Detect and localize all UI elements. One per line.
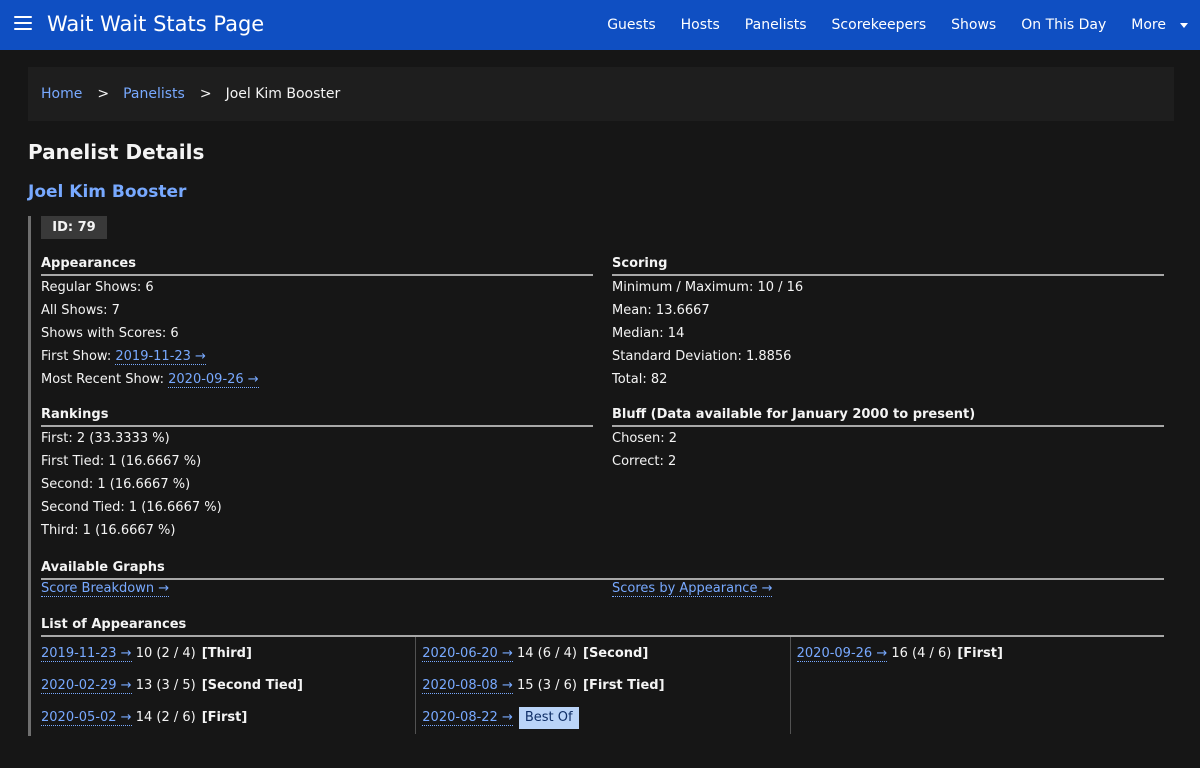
appearance-date-link[interactable]: 2020-08-22 → xyxy=(422,710,513,726)
appearances-column: 2020-06-20 → 14 (6 / 4) [Second] 2020-08-… xyxy=(415,637,789,734)
first-show: First Show: 2019-11-23 → xyxy=(41,345,593,368)
breadcrumb-home-link[interactable]: Home xyxy=(41,86,82,102)
most-recent-show: Most Recent Show: 2020-09-26 → xyxy=(41,368,593,391)
rank-third: Third: 1 (16.6667 %) xyxy=(41,523,176,538)
breadcrumb-current: Joel Kim Booster xyxy=(225,86,341,102)
bluff-heading: Bluff (Data available for January 2000 t… xyxy=(612,407,1164,427)
all-shows: All Shows: 7 xyxy=(41,303,120,318)
appearances-column: 2020-09-26 → 16 (4 / 6) [First] xyxy=(789,637,1164,734)
bluff-section: Bluff (Data available for January 2000 t… xyxy=(612,407,1164,473)
list-item: 2020-09-26 → 16 (4 / 6) [First] xyxy=(796,643,1164,675)
chevron-down-icon xyxy=(1180,22,1188,28)
appearance-score: 14 (6 / 4) xyxy=(512,646,577,661)
score-total: Total: 82 xyxy=(612,372,668,387)
nav-more-dropdown[interactable]: More xyxy=(1131,17,1188,33)
scoring-heading: Scoring xyxy=(612,256,1164,276)
panelist-details-panel: ID: 79 Appearances Regular Shows: 6 All … xyxy=(28,216,1174,736)
appearance-date-link[interactable]: 2020-05-02 → xyxy=(41,710,132,726)
scoring-section: Scoring Minimum / Maximum: 10 / 16 Mean:… xyxy=(612,256,1164,391)
appearance-score: 10 (2 / 4) xyxy=(131,646,196,661)
id-badge: ID: 79 xyxy=(41,216,107,239)
most-recent-show-link[interactable]: 2020-09-26 → xyxy=(168,372,259,388)
breadcrumb: Home > Panelists > Joel Kim Booster xyxy=(28,67,1174,121)
appearance-date-link[interactable]: 2020-09-26 → xyxy=(796,646,888,662)
list-item: 2020-08-08 → 15 (3 / 6) [First Tied] xyxy=(422,675,789,707)
score-stddev: Standard Deviation: 1.8856 xyxy=(612,349,792,364)
score-mean: Mean: 13.6667 xyxy=(612,303,710,318)
scores-by-appearance-link[interactable]: Scores by Appearance → xyxy=(612,581,773,597)
nav-more-label: More xyxy=(1131,17,1166,33)
appearance-rank: [Second] xyxy=(583,646,649,661)
nav-shows[interactable]: Shows xyxy=(951,17,996,33)
appearance-date-link[interactable]: 2020-02-29 → xyxy=(41,678,132,694)
score-median: Median: 14 xyxy=(612,326,685,341)
appearance-rank: [First Tied] xyxy=(583,678,665,693)
bluff-correct: Correct: 2 xyxy=(612,454,677,469)
score-min-max: Minimum / Maximum: 10 / 16 xyxy=(612,280,804,295)
appearance-score: 14 (2 / 6) xyxy=(131,710,196,725)
appearance-date-link[interactable]: 2020-08-08 → xyxy=(422,678,513,694)
page-title: Panelist Details xyxy=(28,140,205,164)
rank-first-tied: First Tied: 1 (16.6667 %) xyxy=(41,454,202,469)
appearance-date-link[interactable]: 2019-11-23 → xyxy=(41,646,132,662)
available-graphs-heading: Available Graphs xyxy=(41,560,1164,580)
most-recent-show-label: Most Recent Show: xyxy=(41,372,169,387)
appearance-date-link[interactable]: 2020-06-20 → xyxy=(422,646,513,662)
appearances-section: Appearances Regular Shows: 6 All Shows: … xyxy=(41,256,593,391)
rank-first: First: 2 (33.3333 %) xyxy=(41,431,170,446)
breadcrumb-separator: > xyxy=(199,86,212,102)
best-of-badge: Best Of xyxy=(518,707,579,729)
nav-panelists[interactable]: Panelists xyxy=(745,17,807,33)
list-of-appearances-heading: List of Appearances xyxy=(41,617,1164,637)
list-item: 2020-05-02 → 14 (2 / 6) [First] xyxy=(41,707,415,739)
breadcrumb-separator: > xyxy=(97,86,110,102)
nav-hosts[interactable]: Hosts xyxy=(681,17,720,33)
nav-guests[interactable]: Guests xyxy=(607,17,655,33)
list-item: 2019-11-23 → 10 (2 / 4) [Third] xyxy=(41,643,415,675)
list-item: 2020-06-20 → 14 (6 / 4) [Second] xyxy=(422,643,789,675)
score-breakdown-link[interactable]: Score Breakdown → xyxy=(41,581,170,597)
first-show-link[interactable]: 2019-11-23 → xyxy=(115,349,206,365)
appearances-list: 2019-11-23 → 10 (2 / 4) [Third] 2020-02-2… xyxy=(41,637,1164,734)
appearance-score: 13 (3 / 5) xyxy=(131,678,196,693)
list-item: 2020-02-29 → 13 (3 / 5) [Second Tied] xyxy=(41,675,415,707)
first-show-label: First Show: xyxy=(41,349,116,364)
rankings-heading: Rankings xyxy=(41,407,593,427)
breadcrumb-panelists-link[interactable]: Panelists xyxy=(123,86,185,102)
rank-second: Second: 1 (16.6667 %) xyxy=(41,477,191,492)
appearance-score: 16 (4 / 6) xyxy=(887,646,952,661)
shows-with-scores: Shows with Scores: 6 xyxy=(41,326,179,341)
panelist-name: Joel Kim Booster xyxy=(28,182,187,202)
top-navigation-bar: Wait Wait Stats Page Guests Hosts Paneli… xyxy=(0,0,1200,50)
appearance-rank: [First] xyxy=(957,646,1003,661)
appearance-rank: [Third] xyxy=(201,646,252,661)
nav-scorekeepers[interactable]: Scorekeepers xyxy=(832,17,927,33)
appearance-rank: [First] xyxy=(201,710,248,725)
site-title[interactable]: Wait Wait Stats Page xyxy=(47,12,264,36)
rank-second-tied: Second Tied: 1 (16.6667 %) xyxy=(41,500,222,515)
regular-shows: Regular Shows: 6 xyxy=(41,280,154,295)
bluff-chosen: Chosen: 2 xyxy=(612,431,678,446)
nav-on-this-day[interactable]: On This Day xyxy=(1021,17,1106,33)
appearance-rank: [Second Tied] xyxy=(201,678,303,693)
list-item: 2020-08-22 → Best Of xyxy=(422,707,789,739)
menu-icon[interactable] xyxy=(14,16,32,30)
appearance-score: 15 (3 / 6) xyxy=(512,678,577,693)
appearances-column: 2019-11-23 → 10 (2 / 4) [Third] 2020-02-2… xyxy=(41,637,415,734)
appearances-heading: Appearances xyxy=(41,256,593,276)
main-nav: Guests Hosts Panelists Scorekeepers Show… xyxy=(582,0,1188,50)
rankings-section: Rankings First: 2 (33.3333 %) First Tied… xyxy=(41,407,593,542)
